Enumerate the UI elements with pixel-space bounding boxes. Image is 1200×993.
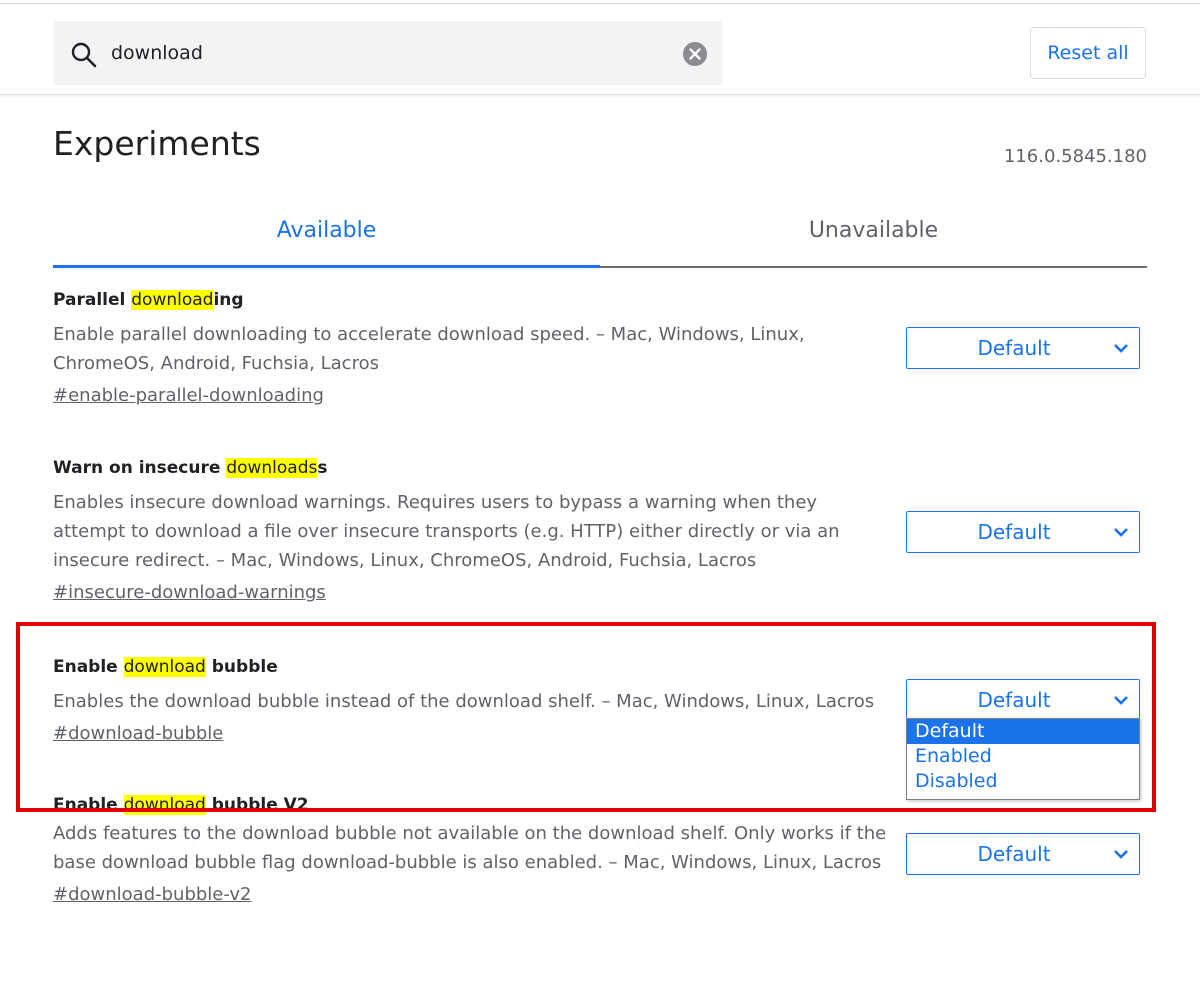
search-match-highlight: downloads bbox=[226, 458, 318, 478]
experiment-description: Enable parallel downloading to accelerat… bbox=[53, 324, 805, 374]
tab-unavailable[interactable]: Unavailable bbox=[600, 218, 1147, 243]
experiment-title: Warn on insecure downloadss bbox=[53, 458, 328, 478]
experiment-description: Enables insecure download warnings. Requ… bbox=[53, 492, 840, 571]
experiment-parallel-downloading: Parallel downloading Enable parallel dow… bbox=[53, 288, 893, 410]
dropdown-option-enabled[interactable]: Enabled bbox=[907, 744, 1139, 769]
chevron-down-icon bbox=[1114, 528, 1128, 537]
experiment-title: Parallel downloading bbox=[53, 290, 244, 310]
experiment-description: Adds features to the download bubble not… bbox=[53, 823, 887, 873]
search-input[interactable] bbox=[111, 39, 671, 67]
search-box[interactable] bbox=[53, 21, 723, 85]
select-dropdown-list: Default Enabled Disabled bbox=[906, 718, 1140, 800]
tab-bar: Available Unavailable bbox=[53, 200, 1147, 268]
select-value: Default bbox=[977, 520, 1051, 544]
dropdown-option-default[interactable]: Default bbox=[907, 719, 1139, 744]
search-match-highlight: download bbox=[131, 290, 214, 310]
version-label: 116.0.5845.180 bbox=[1003, 146, 1147, 167]
chevron-down-icon bbox=[1114, 850, 1128, 859]
clear-search-icon[interactable] bbox=[682, 41, 708, 67]
tab-available[interactable]: Available bbox=[53, 218, 600, 243]
chevron-down-icon bbox=[1114, 344, 1128, 353]
experiment-select[interactable]: Default bbox=[906, 833, 1140, 875]
select-value: Default bbox=[977, 336, 1051, 360]
search-icon bbox=[71, 42, 97, 68]
experiment-select[interactable]: Default bbox=[906, 327, 1140, 369]
page-title: Experiments bbox=[53, 124, 261, 163]
experiment-select[interactable]: Default bbox=[906, 511, 1140, 553]
select-value: Default bbox=[977, 842, 1051, 866]
dropdown-option-disabled[interactable]: Disabled bbox=[907, 769, 1139, 794]
experiment-link[interactable]: #enable-parallel-downloading bbox=[53, 382, 893, 410]
toolbar: Reset all bbox=[0, 4, 1200, 95]
experiment-insecure-download-warnings: Warn on insecure downloadss Enables inse… bbox=[53, 456, 893, 607]
experiment-link[interactable]: #download-bubble-v2 bbox=[53, 881, 893, 909]
reset-all-button[interactable]: Reset all bbox=[1030, 27, 1146, 79]
active-tab-indicator bbox=[53, 265, 600, 268]
experiment-link[interactable]: #insecure-download-warnings bbox=[53, 579, 893, 607]
